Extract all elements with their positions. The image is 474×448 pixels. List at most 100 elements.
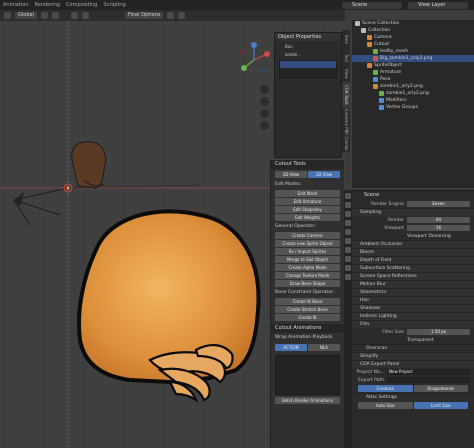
outliner-item-icon bbox=[373, 84, 378, 89]
simplify-panel[interactable]: Simplify bbox=[352, 352, 474, 360]
outliner-row[interactable]: Vertex Groups bbox=[352, 104, 474, 111]
viewport-denoising-checkbox[interactable]: Viewport Denoising bbox=[407, 234, 474, 239]
properties-panel-header[interactable]: Motion Blur bbox=[352, 280, 474, 288]
viewport-samples-field[interactable]: 16 bbox=[407, 225, 470, 231]
tool-tab-icon[interactable] bbox=[345, 193, 351, 199]
object-tab-icon[interactable] bbox=[345, 247, 351, 253]
batch-render-button[interactable]: Batch Render Animations bbox=[275, 397, 340, 404]
camera-view-icon[interactable] bbox=[260, 109, 269, 118]
properties-panel-header[interactable]: Volumetrics bbox=[352, 288, 474, 296]
navigation-gizmo[interactable] bbox=[234, 40, 274, 80]
object-property-item[interactable]: Bon bbox=[279, 44, 337, 49]
create-ik-button[interactable]: Create IK bbox=[275, 314, 340, 321]
properties-panel-header[interactable]: Subsurface Scattering bbox=[352, 264, 474, 272]
render-tab-icon[interactable] bbox=[345, 202, 351, 208]
material-tab-icon[interactable] bbox=[345, 274, 351, 280]
filter-size-field[interactable]: 1.50 px bbox=[407, 329, 470, 335]
list-item[interactable] bbox=[280, 61, 336, 68]
overscan-panel[interactable]: Overscan bbox=[352, 344, 474, 352]
outliner-row[interactable]: Scene Collection bbox=[352, 20, 474, 27]
zoom-icon[interactable] bbox=[260, 85, 269, 94]
side-tab-extreme-pbr[interactable]: Extreme PBR Combo bbox=[342, 108, 350, 152]
3d-view-toggle[interactable]: 3D View bbox=[275, 171, 307, 178]
properties-panel-header[interactable]: Bloom bbox=[352, 248, 474, 256]
outliner-row[interactable]: Collection bbox=[352, 27, 474, 34]
render-samples-field[interactable]: 64 bbox=[407, 217, 470, 223]
outliner-item-icon bbox=[379, 91, 384, 96]
wrap-animation-checkbox[interactable]: Wrap Animation Playback bbox=[271, 333, 344, 342]
data-tab-icon[interactable] bbox=[345, 265, 351, 271]
properties-panel-header[interactable]: Film bbox=[352, 320, 474, 328]
coa-export-panel[interactable]: COA Export Panel bbox=[352, 360, 474, 368]
grid-toggle-icon[interactable] bbox=[260, 121, 269, 130]
draw-bone-shape-button[interactable]: Draw Bone Shape bbox=[275, 280, 340, 287]
side-tab-tool[interactable]: Tool bbox=[342, 50, 350, 66]
outliner-row[interactable]: Armature bbox=[352, 69, 474, 76]
create-alpha-mode-button[interactable]: Create Alpha Mode bbox=[275, 264, 340, 271]
edit-armature-button[interactable]: Edit Armature bbox=[275, 198, 340, 205]
workspace-tab-compositing[interactable]: Compositing bbox=[63, 2, 100, 8]
side-tab-item[interactable]: Item bbox=[342, 30, 350, 50]
edit-mesh-button[interactable]: Edit Mesh bbox=[275, 190, 340, 197]
output-tab-icon[interactable] bbox=[345, 211, 351, 217]
project-name-field[interactable]: New Project bbox=[387, 369, 470, 375]
list-item[interactable] bbox=[280, 68, 336, 75]
outliner-row[interactable]: leafky_mesh bbox=[352, 48, 474, 55]
auto-size-tab[interactable]: Auto Size bbox=[358, 402, 413, 409]
side-tab-coa-tools[interactable]: COA Tools bbox=[342, 82, 350, 108]
cutout-animations-header[interactable]: Cutout Animations bbox=[271, 324, 344, 333]
render-engine-dropdown[interactable]: Eevee bbox=[407, 201, 470, 207]
pan-icon[interactable] bbox=[260, 97, 269, 106]
merge-slot-button[interactable]: Merge to Slot Object bbox=[275, 256, 340, 263]
create-sprite-object-button[interactable]: Create new Sprite Object bbox=[275, 240, 340, 247]
view-layer-selector[interactable]: View Layer bbox=[408, 2, 468, 9]
workspace-tab-scripting[interactable]: Scripting bbox=[100, 2, 128, 8]
outliner-row[interactable]: Cutout bbox=[352, 41, 474, 48]
workspace-tab-animation[interactable]: Animation bbox=[0, 2, 32, 8]
export-path-field[interactable] bbox=[387, 377, 470, 383]
outliner-row[interactable]: Big_zombie1_orly2.png bbox=[352, 55, 474, 62]
cutout-tools-header[interactable]: Cutout Tools bbox=[271, 160, 344, 169]
creature-tab[interactable]: Creature bbox=[358, 385, 413, 392]
create-ik-bone-button[interactable]: Create IK Bone bbox=[275, 298, 340, 305]
outliner-row[interactable]: zombie1_orly2.png bbox=[352, 90, 474, 97]
properties-panel-header[interactable]: Indirect Lighting bbox=[352, 312, 474, 320]
side-tab-view[interactable]: View bbox=[342, 66, 350, 82]
object-property-item[interactable]: zombi... bbox=[279, 52, 337, 57]
transparent-checkbox[interactable]: Transparent bbox=[407, 338, 474, 343]
object-list[interactable] bbox=[279, 60, 337, 78]
properties-panel-header[interactable]: Hair bbox=[352, 296, 474, 304]
outliner-item-icon bbox=[373, 56, 378, 61]
create-camera-button[interactable]: Create Camera bbox=[275, 232, 340, 239]
outliner-row[interactable]: Camera bbox=[352, 34, 474, 41]
outliner-row[interactable]: Modifiers bbox=[352, 97, 474, 104]
outliner-row[interactable]: zombie1_orly2.png bbox=[352, 83, 474, 90]
2d-view-toggle[interactable]: 2D View bbox=[308, 171, 340, 178]
nla-tab[interactable]: NLA bbox=[308, 344, 340, 351]
sampling-panel[interactable]: Sampling bbox=[352, 208, 474, 216]
outliner-row[interactable]: Pose bbox=[352, 76, 474, 83]
action-list[interactable] bbox=[275, 355, 340, 395]
dragonbones-tab[interactable]: Dragonbones bbox=[413, 385, 468, 392]
outliner-item-icon bbox=[379, 98, 384, 103]
create-stretch-bone-button[interactable]: Create Stretch Bone bbox=[275, 306, 340, 313]
limit-size-tab[interactable]: Limit Size bbox=[413, 402, 468, 409]
properties-title: Scene bbox=[352, 191, 474, 200]
world-tab-icon[interactable] bbox=[345, 238, 351, 244]
render-samples-label: Render bbox=[387, 217, 404, 223]
edit-weights-button[interactable]: Edit Weights bbox=[275, 214, 340, 221]
scene-selector[interactable]: Scene bbox=[342, 2, 402, 9]
change-texture-mode-button[interactable]: Change Texture Mode bbox=[275, 272, 340, 279]
view-layer-tab-icon[interactable] bbox=[345, 220, 351, 226]
action-tab[interactable]: ACTION bbox=[275, 344, 307, 351]
workspace-tab-rendering[interactable]: Rendering bbox=[32, 2, 64, 8]
scene-tab-icon[interactable] bbox=[345, 229, 351, 235]
properties-panel-header[interactable]: Ambient Occlusion bbox=[352, 240, 474, 248]
reimport-sprites-button[interactable]: Re / Import Sprites bbox=[275, 248, 340, 255]
modifier-tab-icon[interactable] bbox=[345, 256, 351, 262]
properties-panel-header[interactable]: Shadows bbox=[352, 304, 474, 312]
edit-shapekey-button[interactable]: Edit Shapekey bbox=[275, 206, 340, 213]
properties-panel-header[interactable]: Screen Space Reflections bbox=[352, 272, 474, 280]
properties-panel-header[interactable]: Depth of Field bbox=[352, 256, 474, 264]
outliner-row[interactable]: SpriteObject bbox=[352, 62, 474, 69]
